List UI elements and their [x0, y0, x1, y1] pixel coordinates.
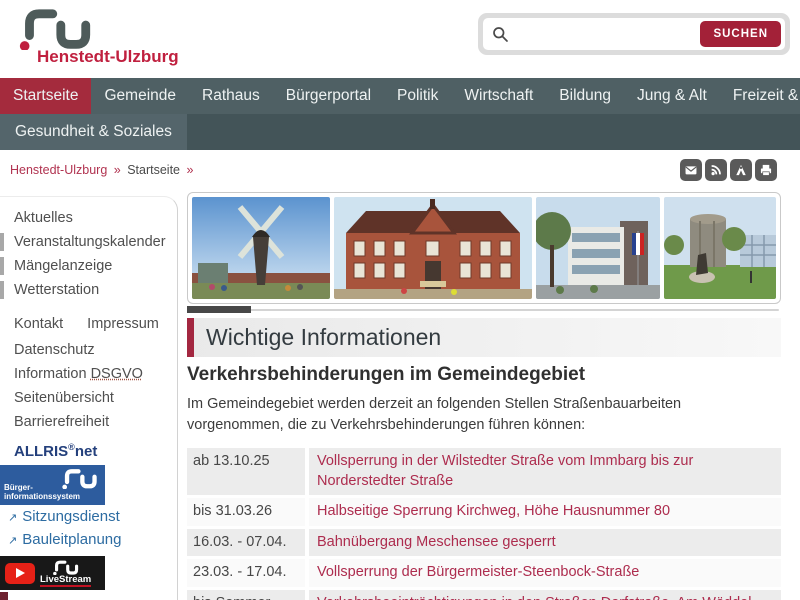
sidebar-item-wetterstation[interactable]: Wetterstation: [0, 278, 177, 302]
search-field-frame: SUCHEN: [483, 18, 785, 50]
list-tick: [0, 233, 4, 251]
external-link-icon: ↗: [8, 535, 18, 547]
roadworks-date: 16.03. - 07.04.: [187, 528, 305, 557]
page: Henstedt-Ulzburg SUCHEN Startseite Gemei…: [0, 0, 800, 600]
nav-row-1: Startseite Gemeinde Rathaus Bürgerportal…: [0, 78, 800, 114]
sidebar-item-maengelanzeige[interactable]: Mängelanzeige: [0, 254, 177, 278]
nav-item-gesundheit-soziales[interactable]: Gesundheit & Soziales: [0, 114, 187, 150]
livestream-banner[interactable]: LiveStream: [0, 556, 105, 590]
external-link-icon: ↗: [8, 512, 18, 524]
list-tick: [0, 281, 4, 299]
nav-item-rathaus[interactable]: Rathaus: [189, 78, 273, 114]
breadcrumb-current: Startseite: [127, 163, 180, 177]
roadworks-date: bis Sommer 2026: [187, 589, 305, 600]
sidebar-banner-stub: [0, 592, 8, 600]
site-name: Henstedt-Ulzburg: [37, 47, 179, 66]
hu-logo-icon: [19, 9, 91, 50]
search-icon: [493, 26, 508, 42]
sidebar-item-datenschutz[interactable]: Datenschutz: [0, 338, 177, 362]
slider-position-indicator: [187, 306, 251, 313]
sidebar-inline-links: Kontakt Impressum: [0, 312, 177, 336]
section-header: Wichtige Informationen: [187, 318, 781, 357]
nav-row-2: Gesundheit & Soziales: [0, 114, 800, 150]
roadworks-link[interactable]: Halbseitige Sperrung Kirchweg, Höhe Haus…: [309, 498, 781, 526]
sidebar: Aktuelles Veranstaltungskalender Mängela…: [0, 196, 178, 600]
nav-item-wirtschaft[interactable]: Wirtschaft: [451, 78, 546, 114]
roadworks-link[interactable]: Bahnübergang Meschensee gesperrt: [309, 528, 781, 557]
buergerinformationssystem-banner[interactable]: Bürger- informationssystem: [0, 465, 105, 505]
windmill-photo: [192, 197, 330, 299]
historic-school-photo: [334, 197, 532, 299]
intro-paragraph: Im Gemeindegebiet werden derzeit an folg…: [187, 396, 682, 434]
email-icon[interactable]: [680, 159, 702, 181]
table-row: 23.03. - 17.04. Vollsperrung der Bürgerm…: [187, 559, 781, 587]
nav-item-bildung[interactable]: Bildung: [546, 78, 624, 114]
slider-track: [187, 309, 779, 311]
search-button[interactable]: SUCHEN: [700, 21, 781, 47]
roadworks-date: bis 31.03.26: [187, 498, 305, 526]
sidebar-item-sitzungsdienst[interactable]: ↗ Sitzungsdienst: [0, 505, 177, 528]
nav-item-politik[interactable]: Politik: [384, 78, 451, 114]
table-row: ab 13.10.25 Vollsperrung in der Wilstedt…: [187, 448, 781, 496]
roadworks-date: ab 13.10.25: [187, 448, 305, 496]
breadcrumb: Henstedt-Ulzburg » Startseite »: [10, 163, 196, 177]
breadcrumb-home[interactable]: Henstedt-Ulzburg: [10, 163, 107, 177]
quick-icon-bar: [680, 159, 777, 181]
sidebar-item-bauleitplanung[interactable]: ↗ Bauleitplanung: [0, 528, 177, 551]
livestream-label: LiveStream: [40, 574, 92, 588]
breadcrumb-row: Henstedt-Ulzburg » Startseite »: [0, 150, 800, 192]
roadworks-link[interactable]: Vollsperrung in der Wilstedter Straße vo…: [309, 448, 781, 496]
modern-building-photo: [536, 197, 660, 299]
campus-park-photo: [664, 197, 776, 299]
hu-logo-icon: [52, 560, 78, 575]
sidebar-item-kontakt[interactable]: Kontakt: [14, 312, 63, 336]
breadcrumb-separator: »: [186, 163, 194, 177]
sidebar-item-aktuelles[interactable]: Aktuelles: [0, 206, 177, 230]
table-row: bis 31.03.26 Halbseitige Sperrung Kirchw…: [187, 498, 781, 526]
table-row: bis Sommer 2026 Verkehrsbeeinträchtigung…: [187, 589, 781, 600]
section-accent-bar: [187, 318, 194, 357]
sidebar-item-veranstaltungskalender[interactable]: Veranstaltungskalender: [0, 230, 177, 254]
nav-item-gemeinde[interactable]: Gemeinde: [91, 78, 189, 114]
main-navigation: Startseite Gemeinde Rathaus Bürgerportal…: [0, 78, 800, 150]
nav-item-jung-alt[interactable]: Jung & Alt: [624, 78, 720, 114]
livestream-logo-group: LiveStream: [40, 559, 92, 588]
roadworks-link[interactable]: Vollsperrung der Bürgermeister-Steenbock…: [309, 559, 781, 587]
list-tick: [0, 257, 4, 275]
nav-item-startseite[interactable]: Startseite: [0, 78, 92, 114]
sidebar-item-allris-net[interactable]: ALLRIS®net: [0, 442, 177, 462]
dsgvo-abbr: DSGVO: [90, 366, 143, 382]
sidebar-item-information-dsgvo[interactable]: Information DSGVO: [0, 362, 177, 386]
main-content: Wichtige Informationen Verkehrsbehinderu…: [187, 192, 781, 600]
nav-item-buergerportal[interactable]: Bürgerportal: [273, 78, 384, 114]
nav-item-freizeit-kultur[interactable]: Freizeit & Kultur: [720, 78, 800, 114]
photo-banner: [187, 192, 781, 304]
print-icon[interactable]: [755, 159, 777, 181]
rss-icon[interactable]: [705, 159, 727, 181]
buergerinfo-label: Bürger- informationssystem: [4, 482, 81, 502]
roadworks-date: 23.03. - 17.04.: [187, 559, 305, 587]
sidebar-item-barrierefreiheit[interactable]: Barrierefreiheit: [0, 410, 177, 434]
youtube-icon: [5, 562, 35, 584]
site-logo[interactable]: Henstedt-Ulzburg: [8, 5, 238, 73]
pdf-icon[interactable]: [730, 159, 752, 181]
sidebar-item-seitenuebersicht[interactable]: Seitenübersicht: [0, 386, 177, 410]
search-input[interactable]: [510, 25, 701, 43]
sidebar-item-impressum[interactable]: Impressum: [87, 312, 159, 336]
breadcrumb-separator: »: [113, 163, 121, 177]
search-box: SUCHEN: [478, 13, 790, 55]
article-title: Verkehrsbehinderungen im Gemeindegebiet: [187, 364, 586, 385]
section-title: Wichtige Informationen: [206, 324, 442, 350]
roadworks-table: ab 13.10.25 Vollsperrung in der Wilstedt…: [187, 448, 781, 600]
roadworks-link[interactable]: Verkehrsbeeinträchtigungen in den Straße…: [309, 589, 781, 600]
table-row: 16.03. - 07.04. Bahnübergang Meschensee …: [187, 528, 781, 557]
